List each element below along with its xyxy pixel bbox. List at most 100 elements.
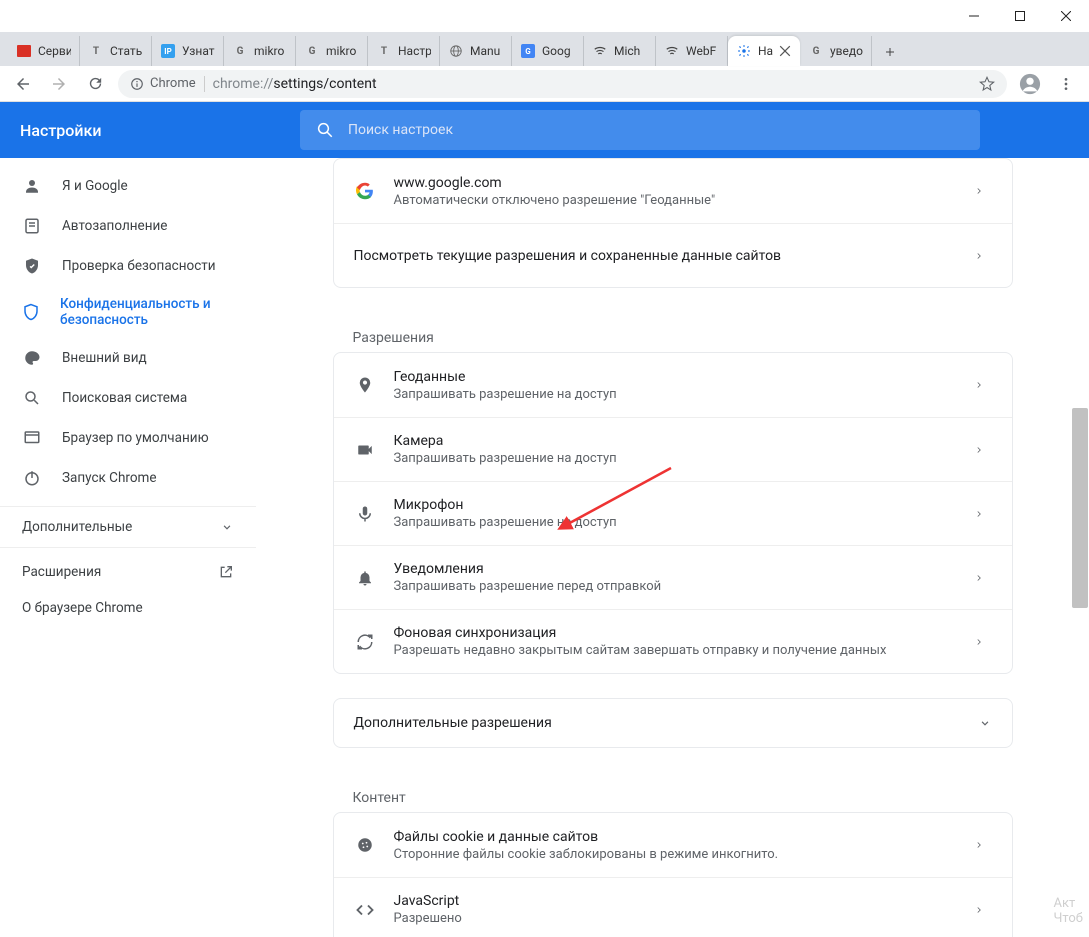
scrollbar-thumb[interactable] [1072, 408, 1088, 608]
browser-tab[interactable]: T Настр [368, 36, 440, 66]
site-info-label: Chrome [150, 76, 196, 91]
permission-row[interactable]: ГеоданныеЗапрашивать разрешение на досту… [334, 353, 1012, 417]
browser-menu-button[interactable] [1053, 71, 1079, 97]
omnibox-separator [204, 76, 205, 92]
browser-toolbar: Chrome chrome://settings/content [0, 66, 1089, 102]
window-maximize-button[interactable] [997, 0, 1043, 32]
address-bar[interactable]: Chrome chrome://settings/content [118, 70, 1007, 98]
row-title: Файлы cookie и данные сайтов [394, 829, 956, 845]
row-subtitle: Разрешать недавно закрытым сайтам заверш… [394, 643, 956, 658]
browser-tab[interactable]: Серви [8, 36, 80, 66]
sidebar-item-autofill[interactable]: Автозаполнение [0, 206, 256, 246]
chevron-right-icon [974, 903, 992, 917]
sidebar-item-privacy-security[interactable]: Конфиденциальность и безопасность [0, 286, 256, 338]
row-subtitle: Запрашивать разрешение перед отправкой [394, 579, 956, 594]
tab-title: Серви [38, 44, 71, 58]
permission-row[interactable]: Камера Запрашивать разрешение на доступ [334, 417, 1012, 481]
tab-title: mikro [326, 44, 356, 58]
activation-watermark: Акт Чтоб [1054, 896, 1084, 927]
browser-tab[interactable]: TСтать [80, 36, 152, 66]
content-icon [354, 899, 376, 921]
chevron-down-icon [978, 716, 992, 730]
sidebar-item-appearance[interactable]: Внешний вид [0, 338, 256, 378]
sidebar-item-label: Запуск Chrome [62, 470, 157, 486]
chevron-right-icon [974, 507, 992, 521]
window-minimize-button[interactable] [951, 0, 997, 32]
browser-tab[interactable]: Gуведо [800, 36, 872, 66]
settings-search[interactable] [300, 110, 980, 150]
sidebar-advanced-label: Дополнительные [22, 519, 132, 535]
tab-favicon [448, 43, 464, 59]
sidebar-item-on-startup[interactable]: Запуск Chrome [0, 458, 256, 498]
autofill-icon [22, 216, 42, 236]
nav-reload-button[interactable] [82, 71, 108, 97]
browser-tab[interactable]: Gmikro [296, 36, 368, 66]
tab-favicon [664, 43, 680, 59]
settings-sidebar: Я и Google Автозаполнение Проверка безоп… [0, 158, 256, 937]
permission-row[interactable]: Фоновая синхронизация Разрешать недавно з… [334, 609, 1012, 673]
sidebar-item-search-engine[interactable]: Поисковая система [0, 378, 256, 418]
tab-title: Узнат [182, 44, 215, 58]
window-close-button[interactable] [1043, 0, 1089, 32]
power-icon [22, 468, 42, 488]
chevron-down-icon [220, 520, 234, 534]
nav-forward-button[interactable] [46, 71, 72, 97]
sidebar-item-safety-check[interactable]: Проверка безопасности [0, 246, 256, 286]
sidebar-item-you-and-google[interactable]: Я и Google [0, 166, 256, 206]
browser-tab[interactable]: GGoog [512, 36, 584, 66]
nav-back-button[interactable] [10, 71, 36, 97]
browser-tab[interactable]: Mich [584, 36, 656, 66]
permission-row[interactable]: МикрофонЗапрашивать разрешение на доступ [334, 481, 1012, 545]
row-title: Камера [394, 433, 956, 449]
row-title: Посмотреть текущие разрешения и сохранен… [354, 248, 956, 264]
row-subtitle: Запрашивать разрешение на доступ [394, 451, 956, 466]
sidebar-advanced-toggle[interactable]: Дополнительные [0, 506, 256, 548]
content-setting-row[interactable]: JavaScriptРазрешено [334, 877, 1012, 937]
browser-tab[interactable]: WebF [656, 36, 728, 66]
settings-search-input[interactable] [348, 122, 964, 138]
content-setting-row[interactable]: Файлы cookie и данные сайтов Сторонние фа… [334, 813, 1012, 877]
row-title: Фоновая синхронизация [394, 625, 956, 641]
sidebar-item-label: Я и Google [62, 178, 128, 194]
tab-title: Mich [614, 44, 640, 58]
new-tab-button[interactable] [876, 38, 904, 66]
tab-title: уведо [830, 44, 863, 58]
site-info-button[interactable]: Chrome [130, 76, 196, 91]
tab-favicon [736, 43, 752, 59]
tab-favicon: T [376, 43, 392, 59]
row-subtitle: Сторонние файлы cookie заблокированы в р… [394, 847, 956, 862]
chevron-right-icon [974, 571, 992, 585]
permission-icon [354, 439, 376, 461]
row-title: Микрофон [394, 497, 956, 513]
shield-check-icon [22, 256, 42, 276]
settings-header: Настройки [0, 102, 1089, 158]
tab-favicon: G [304, 43, 320, 59]
row-title: Дополнительные разрешения [354, 715, 552, 731]
sidebar-item-label: О браузере Chrome [22, 600, 143, 616]
sidebar-item-label: Автозаполнение [62, 218, 167, 234]
sidebar-item-about-chrome[interactable]: О браузере Chrome [0, 590, 256, 626]
sidebar-item-default-browser[interactable]: Браузер по умолчанию [0, 418, 256, 458]
content-icon [354, 834, 376, 856]
view-permissions-row[interactable]: Посмотреть текущие разрешения и сохранен… [334, 223, 1012, 287]
browser-tab[interactable]: IPУзнат [152, 36, 224, 66]
additional-permissions-row[interactable]: Дополнительные разрешения [333, 698, 1013, 748]
bookmark-star-icon[interactable] [979, 76, 995, 92]
browser-tab[interactable]: На [728, 36, 800, 66]
sidebar-item-extensions[interactable]: Расширения [0, 554, 256, 590]
tab-title: Настр [398, 44, 431, 58]
palette-icon [22, 348, 42, 368]
tab-title: Manu [470, 44, 500, 58]
tab-close-button[interactable] [779, 45, 791, 57]
browser-tab[interactable]: Gmikro [224, 36, 296, 66]
browser-tab[interactable]: Manu [440, 36, 512, 66]
external-link-icon [218, 564, 234, 580]
recent-site-row[interactable]: www.google.com Автоматически отключено р… [334, 159, 1012, 223]
chevron-right-icon [974, 443, 992, 457]
permission-icon [354, 631, 376, 653]
settings-content[interactable]: www.google.com Автоматически отключено р… [256, 158, 1089, 937]
permission-row[interactable]: УведомленияЗапрашивать разрешение перед … [334, 545, 1012, 609]
chevron-right-icon [974, 184, 992, 198]
row-title: www.google.com [394, 175, 956, 191]
profile-avatar-button[interactable] [1017, 71, 1043, 97]
